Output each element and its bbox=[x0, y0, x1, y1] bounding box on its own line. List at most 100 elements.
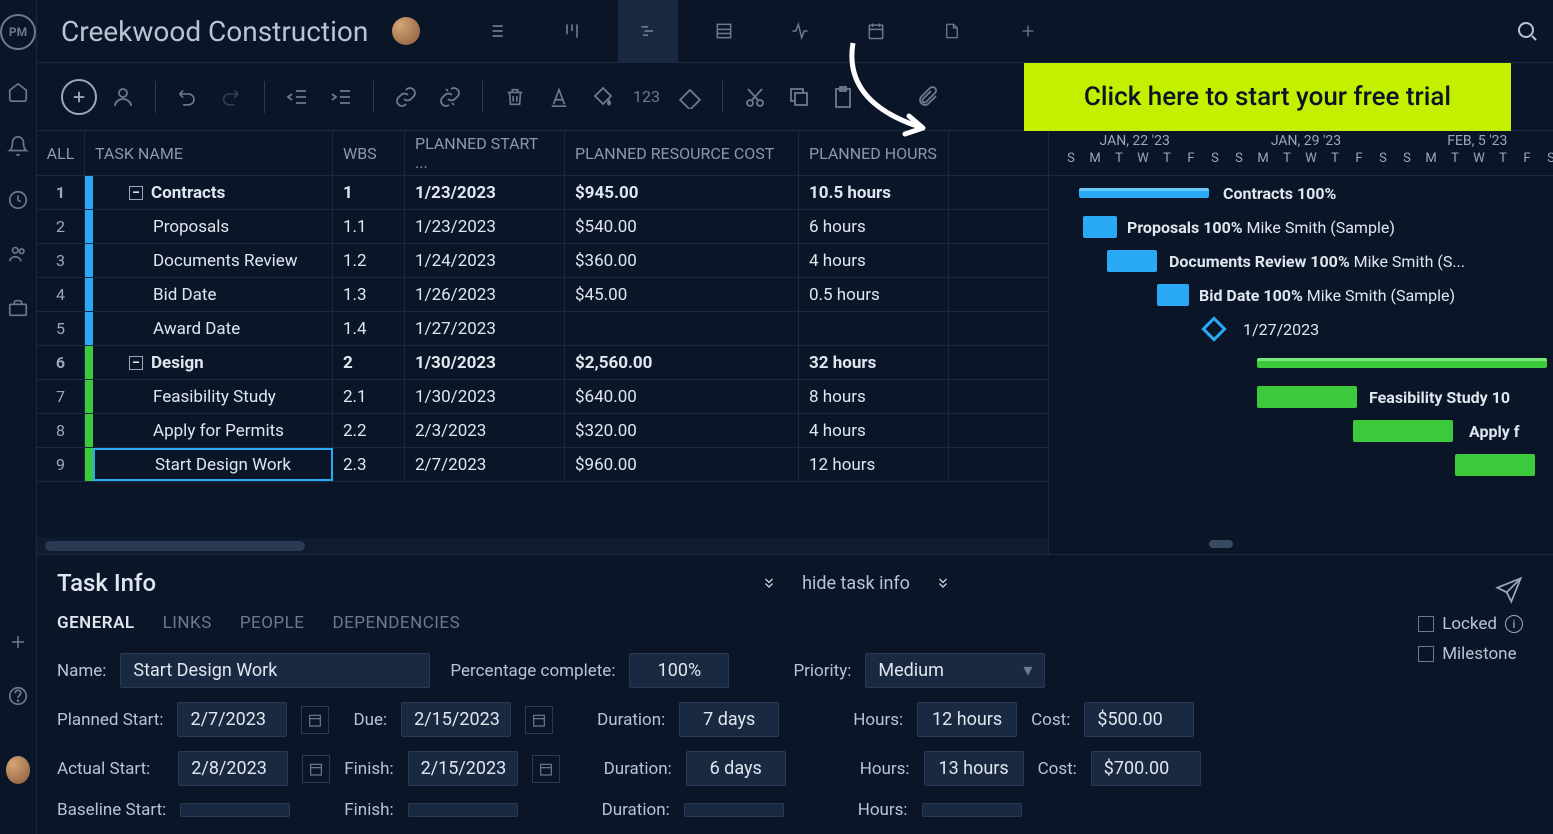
table-row[interactable]: 4Bid Date1.31/26/2023$45.000.5 hours bbox=[37, 278, 1048, 312]
label-cost: Cost: bbox=[1031, 710, 1070, 730]
duration-field[interactable] bbox=[684, 803, 784, 817]
table-row[interactable]: 6−Design21/30/2023$2,560.0032 hours bbox=[37, 346, 1048, 380]
hours-field[interactable]: 13 hours bbox=[924, 751, 1024, 786]
add-icon[interactable] bbox=[6, 630, 30, 654]
user-avatar[interactable] bbox=[6, 758, 30, 782]
text-style-icon[interactable] bbox=[541, 79, 577, 115]
chevron-down-icon[interactable] bbox=[934, 576, 952, 590]
table-row[interactable]: 9Start Design Work2.32/7/2023$960.0012 h… bbox=[37, 448, 1048, 482]
table-row[interactable]: 1−Contracts11/23/2023$945.0010.5 hours bbox=[37, 176, 1048, 210]
paste-icon[interactable] bbox=[825, 79, 861, 115]
search-icon[interactable] bbox=[1515, 19, 1539, 43]
tab-dependencies[interactable]: DEPENDENCIES bbox=[332, 613, 460, 633]
calendar-icon[interactable] bbox=[302, 755, 330, 783]
fill-color-icon[interactable] bbox=[585, 79, 621, 115]
cost-field[interactable]: $700.00 bbox=[1091, 751, 1201, 786]
gantt-bar[interactable] bbox=[1083, 216, 1117, 238]
table-row[interactable]: 8Apply for Permits2.22/3/2023$320.004 ho… bbox=[37, 414, 1048, 448]
view-gantt-icon[interactable] bbox=[618, 0, 678, 63]
finish-field[interactable]: 2/15/2023 bbox=[408, 751, 518, 786]
cut-icon[interactable] bbox=[737, 79, 773, 115]
numbering-icon[interactable]: 123 bbox=[629, 87, 664, 106]
tab-people[interactable]: PEOPLE bbox=[240, 613, 305, 633]
table-row[interactable]: 5Award Date1.41/27/2023 bbox=[37, 312, 1048, 346]
unlink-icon[interactable] bbox=[432, 79, 468, 115]
undo-icon[interactable] bbox=[170, 79, 206, 115]
gantt-bar[interactable] bbox=[1257, 358, 1547, 368]
view-add-icon[interactable] bbox=[998, 0, 1058, 63]
view-activity-icon[interactable] bbox=[770, 0, 830, 63]
trial-banner[interactable]: Click here to start your free trial bbox=[1024, 63, 1511, 131]
col-planned-start[interactable]: PLANNED START ... bbox=[405, 131, 565, 175]
home-icon[interactable] bbox=[6, 80, 30, 104]
cost-field[interactable]: $500.00 bbox=[1084, 702, 1194, 737]
attach-icon[interactable] bbox=[909, 79, 945, 115]
logo[interactable]: PM bbox=[0, 14, 36, 50]
collapse-icon[interactable]: − bbox=[129, 356, 143, 370]
hide-task-info[interactable]: hide task info bbox=[802, 573, 910, 594]
bell-icon[interactable] bbox=[6, 134, 30, 158]
tab-links[interactable]: LINKS bbox=[163, 613, 212, 633]
project-avatar[interactable] bbox=[392, 17, 420, 45]
calendar-icon[interactable] bbox=[301, 706, 329, 734]
send-icon[interactable] bbox=[1495, 576, 1523, 604]
hours-field[interactable] bbox=[922, 803, 1022, 817]
table-row[interactable]: 2Proposals1.11/23/2023$540.006 hours bbox=[37, 210, 1048, 244]
tab-general[interactable]: GENERAL bbox=[57, 613, 135, 633]
gantt-bar[interactable] bbox=[1455, 454, 1535, 476]
gantt-bar[interactable] bbox=[1353, 420, 1453, 442]
priority-select[interactable]: Medium▾ bbox=[865, 653, 1045, 688]
view-list-icon[interactable] bbox=[466, 0, 526, 63]
duration-field[interactable]: 7 days bbox=[679, 702, 779, 737]
view-calendar-icon[interactable] bbox=[846, 0, 906, 63]
outdent-icon[interactable] bbox=[279, 79, 315, 115]
col-planned-cost[interactable]: PLANNED RESOURCE COST bbox=[565, 131, 799, 175]
milestone-diamond[interactable] bbox=[1201, 316, 1226, 341]
milestone-icon[interactable] bbox=[672, 79, 708, 115]
copy-icon[interactable] bbox=[781, 79, 817, 115]
locked-checkbox[interactable] bbox=[1418, 616, 1434, 632]
col-task-name[interactable]: TASK NAME bbox=[85, 131, 333, 175]
info-icon[interactable]: i bbox=[1505, 615, 1523, 633]
redo-icon[interactable] bbox=[214, 79, 250, 115]
hours-field[interactable]: 12 hours bbox=[917, 702, 1017, 737]
gantt-h-scrollbar[interactable] bbox=[1049, 534, 1553, 554]
people-icon[interactable] bbox=[6, 242, 30, 266]
col-all[interactable]: ALL bbox=[37, 131, 85, 175]
delete-icon[interactable] bbox=[497, 79, 533, 115]
briefcase-icon[interactable] bbox=[6, 296, 30, 320]
baseline-finish-field[interactable] bbox=[408, 803, 518, 817]
task-grid: ALL TASK NAME WBS PLANNED START ... PLAN… bbox=[37, 131, 1049, 554]
gantt-bar[interactable] bbox=[1107, 250, 1157, 272]
view-file-icon[interactable] bbox=[922, 0, 982, 63]
col-wbs[interactable]: WBS bbox=[333, 131, 405, 175]
due-field[interactable]: 2/15/2023 bbox=[401, 702, 511, 737]
calendar-icon[interactable] bbox=[532, 755, 560, 783]
name-field[interactable]: Start Design Work bbox=[120, 653, 430, 688]
assign-person-icon[interactable] bbox=[105, 79, 141, 115]
indent-icon[interactable] bbox=[323, 79, 359, 115]
gantt-bar[interactable] bbox=[1157, 284, 1189, 306]
actual-start-field[interactable]: 2/8/2023 bbox=[178, 751, 288, 786]
calendar-icon[interactable] bbox=[525, 706, 553, 734]
help-icon[interactable] bbox=[6, 684, 30, 708]
gantt-bar[interactable] bbox=[1257, 386, 1357, 408]
view-board-icon[interactable] bbox=[542, 0, 602, 63]
pct-field[interactable]: 100% bbox=[629, 653, 729, 688]
chevron-down-icon[interactable] bbox=[760, 576, 778, 590]
view-sheet-icon[interactable] bbox=[694, 0, 754, 63]
duration-field[interactable]: 6 days bbox=[686, 751, 786, 786]
planned-start-field[interactable]: 2/7/2023 bbox=[177, 702, 287, 737]
clock-icon[interactable] bbox=[6, 188, 30, 212]
gantt-bar[interactable] bbox=[1079, 188, 1209, 198]
sidebar: PM bbox=[0, 0, 37, 834]
collapse-icon[interactable]: − bbox=[129, 186, 143, 200]
link-icon[interactable] bbox=[388, 79, 424, 115]
milestone-checkbox[interactable] bbox=[1418, 646, 1434, 662]
table-row[interactable]: 3Documents Review1.21/24/2023$360.004 ho… bbox=[37, 244, 1048, 278]
table-row[interactable]: 7Feasibility Study2.11/30/2023$640.008 h… bbox=[37, 380, 1048, 414]
baseline-start-field[interactable] bbox=[180, 803, 290, 817]
add-task-button[interactable] bbox=[61, 79, 97, 115]
col-planned-hours[interactable]: PLANNED HOURS bbox=[799, 131, 949, 175]
grid-h-scrollbar[interactable] bbox=[37, 538, 1048, 554]
